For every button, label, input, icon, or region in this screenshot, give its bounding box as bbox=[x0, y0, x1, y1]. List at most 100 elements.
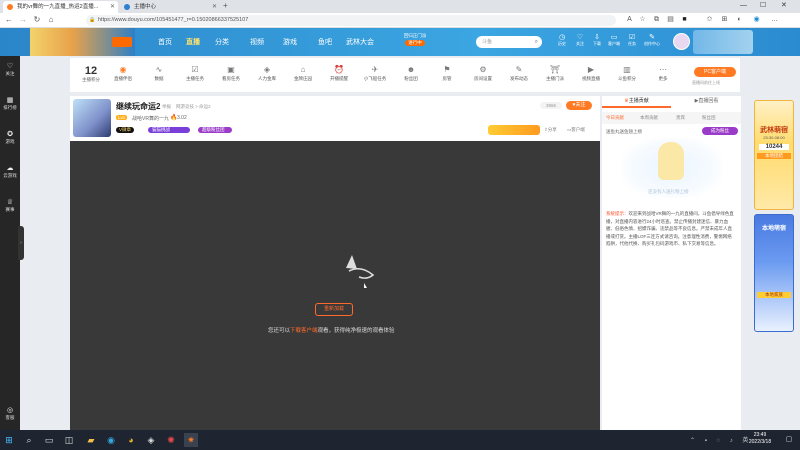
nav-live[interactable]: 直播 bbox=[186, 37, 200, 47]
toolbar-item[interactable]: ⏰ 开播提醒 bbox=[324, 64, 354, 82]
steam-icon[interactable]: ◈ bbox=[144, 433, 158, 447]
header-icon-client[interactable]: ▭ 客户端 bbox=[606, 33, 622, 47]
extension-icon[interactable]: ⧉ bbox=[652, 15, 661, 24]
retry-button[interactable]: 重新加载 bbox=[315, 303, 353, 316]
app-icon[interactable]: ✺ bbox=[164, 433, 178, 447]
follow-button[interactable]: ♥关注 bbox=[566, 101, 592, 110]
search-icon[interactable]: ⌕ bbox=[22, 433, 36, 447]
tag-challenge[interactable]: 猫猫挑战 bbox=[148, 127, 190, 133]
toolbar-item[interactable]: ☑ 主播任务 bbox=[180, 64, 210, 82]
toolbar-item[interactable]: ▶ 视频直播 bbox=[576, 64, 606, 82]
toolbar-item[interactable]: ⚑ 房管 bbox=[432, 64, 462, 82]
avatar[interactable] bbox=[673, 33, 690, 50]
nav-game[interactable]: 游戏 bbox=[283, 37, 297, 47]
v-badge[interactable]: V微章 bbox=[116, 127, 135, 133]
ad-banner-local[interactable]: 本地萌宿 本地家族 bbox=[754, 214, 794, 332]
toolbar-item[interactable]: ▥ 斗鱼积分 bbox=[612, 64, 642, 82]
video-player[interactable]: 重新加载 您还可以下载客户端观看，获得纯净极速的观看体验 bbox=[70, 141, 600, 430]
toolbar-item[interactable]: ✎ 发布动态 bbox=[504, 64, 534, 82]
header-icon-history[interactable]: ◷ 历史 bbox=[556, 33, 568, 47]
app-icon[interactable]: ■ bbox=[680, 15, 689, 24]
toolbar-item[interactable]: ∿ 数据 bbox=[144, 64, 174, 82]
toolbar-item[interactable]: ⋯ 更多 bbox=[648, 64, 678, 82]
windows-start-icon[interactable]: ⊞ bbox=[2, 433, 16, 447]
avatar[interactable] bbox=[73, 99, 111, 137]
toolbar-item[interactable]: ⌂ 金牌庄园 bbox=[288, 64, 318, 82]
level-score[interactable]: 12 主播积分 bbox=[76, 65, 106, 83]
chrome-icon[interactable]: ◕ bbox=[124, 433, 138, 447]
sidebar-item-match[interactable]: ♕ 赛事 bbox=[0, 198, 20, 213]
header-icon-task[interactable]: ☑ 任务 bbox=[626, 33, 638, 47]
nav-video[interactable]: 视频 bbox=[250, 37, 264, 47]
back-icon[interactable]: ← bbox=[4, 15, 14, 25]
nav-yuba[interactable]: 鱼吧 bbox=[318, 37, 332, 47]
collections-icon[interactable]: ⊞ bbox=[720, 15, 729, 24]
gift-banner[interactable] bbox=[488, 125, 540, 135]
header-icon-create[interactable]: ✎ 创作中心 bbox=[641, 33, 663, 47]
toolbar-item[interactable]: ⛩ 主播门派 bbox=[540, 64, 570, 82]
forward-icon[interactable]: → bbox=[18, 15, 28, 25]
close-icon[interactable]: ✕ bbox=[110, 1, 115, 13]
report-link[interactable]: 举报 bbox=[162, 104, 171, 110]
more-icon[interactable]: … bbox=[770, 15, 779, 24]
file-explorer-icon[interactable]: ▰ bbox=[84, 433, 98, 447]
toolbar-item[interactable]: ◈ 人力金库 bbox=[252, 64, 282, 82]
new-tab-icon[interactable]: + bbox=[223, 1, 228, 10]
clock[interactable]: 23:49 2022/3/18 bbox=[745, 432, 775, 446]
collections-icon[interactable]: ▤ bbox=[666, 15, 675, 24]
header-icon-follow[interactable]: ♡ 关注 bbox=[574, 33, 586, 47]
address-input[interactable]: 🔒 https://www.douyu.com/105451477_r=0.15… bbox=[86, 15, 616, 26]
home-icon[interactable]: ⌂ bbox=[46, 15, 56, 25]
share-button[interactable]: ⇪分享 bbox=[544, 127, 557, 133]
nav-wulin[interactable]: 武林大会 bbox=[346, 37, 374, 47]
obs-icon[interactable]: ✷ bbox=[184, 433, 198, 447]
read-aloud-icon[interactable]: A bbox=[625, 15, 634, 24]
tab-today[interactable]: 今日贡献 bbox=[606, 115, 624, 121]
tab-inactive[interactable]: 主播中心 ✕ bbox=[120, 1, 220, 13]
widgets-icon[interactable]: ◫ bbox=[62, 433, 76, 447]
toolbar-item[interactable]: ▣ 看房任务 bbox=[216, 64, 246, 82]
become-fan-button[interactable]: 成为粉丝 bbox=[702, 127, 738, 135]
search-icon[interactable]: ⌕ bbox=[535, 36, 538, 48]
sidebar-item-game[interactable]: ✪ 游戏 bbox=[0, 130, 20, 145]
notification-icon[interactable]: ▢ bbox=[782, 433, 796, 447]
toolbar-item[interactable]: ✈ 小飞船任务 bbox=[360, 64, 390, 82]
tab-active[interactable]: 我的vr舞的一九直播_热运2直播... ✕ bbox=[3, 1, 118, 13]
sidebar-item-cloudgame[interactable]: ☁ 云游戏 bbox=[0, 164, 20, 179]
tag-super-fans[interactable]: 超级粉丝团 bbox=[198, 127, 232, 133]
tray-icons[interactable]: ⌃ ▪ ◌ ♪ 英 bbox=[690, 435, 752, 444]
favorites-bar-icon[interactable]: ✩ bbox=[705, 15, 714, 24]
tab-week[interactable]: 本周贡献 bbox=[640, 115, 658, 121]
sidebar-collapse-handle[interactable]: › bbox=[18, 226, 24, 260]
toolbar-item[interactable]: ⚙ 房间设置 bbox=[468, 64, 498, 82]
tab-vip[interactable]: 贵宾 bbox=[676, 115, 685, 121]
pc-client-button[interactable]: PC客户端 bbox=[694, 67, 736, 77]
header-icon-download[interactable]: ⇩ 下载 bbox=[591, 33, 603, 47]
maximize-icon[interactable]: ☐ bbox=[760, 1, 766, 9]
toolbar-item[interactable]: ◉ 直播伴侣 bbox=[108, 64, 138, 82]
sidebar-item-service[interactable]: ◎ 客服 bbox=[0, 406, 20, 421]
task-view-icon[interactable]: ▭ bbox=[42, 433, 56, 447]
douyu-logo[interactable] bbox=[112, 37, 132, 47]
profile-icon[interactable]: ◐ bbox=[735, 15, 744, 24]
reload-icon[interactable]: ↻ bbox=[32, 15, 42, 25]
download-client-link[interactable]: 下载客户端 bbox=[290, 328, 318, 334]
toolbar-item[interactable]: ☻ 粉丝团 bbox=[396, 64, 426, 82]
minimize-icon[interactable]: — bbox=[740, 2, 747, 9]
ad-banner-wulin[interactable]: 武林萌宿 23:30-08:00 10244 本地团结 bbox=[754, 100, 794, 210]
sidebar-item-rank[interactable]: ▦ 排行榜 bbox=[0, 96, 20, 111]
promo-banner[interactable]: 回归正门派 进行中 bbox=[395, 33, 435, 53]
nav-home[interactable]: 首页 bbox=[158, 37, 172, 47]
edge-icon[interactable]: ◉ bbox=[752, 15, 761, 24]
client-button[interactable]: ▭客户端 bbox=[567, 127, 585, 133]
close-window-icon[interactable]: ✕ bbox=[781, 1, 787, 9]
nav-category[interactable]: 分类 bbox=[215, 37, 229, 47]
tab-replay[interactable]: ▶直播回看 bbox=[672, 96, 741, 108]
tab-fanclub[interactable]: 粉丝团 bbox=[702, 115, 716, 121]
close-icon[interactable]: ✕ bbox=[212, 1, 217, 13]
room-category[interactable]: 网游竞技 > 命运2 bbox=[176, 104, 211, 110]
streamer-name[interactable]: 战哈VR舞的一九 bbox=[132, 115, 169, 122]
sidebar-item-follow[interactable]: ♡ 关注 bbox=[0, 62, 20, 77]
edge-icon[interactable]: ◉ bbox=[104, 433, 118, 447]
favorite-icon[interactable]: ☆ bbox=[638, 15, 647, 24]
